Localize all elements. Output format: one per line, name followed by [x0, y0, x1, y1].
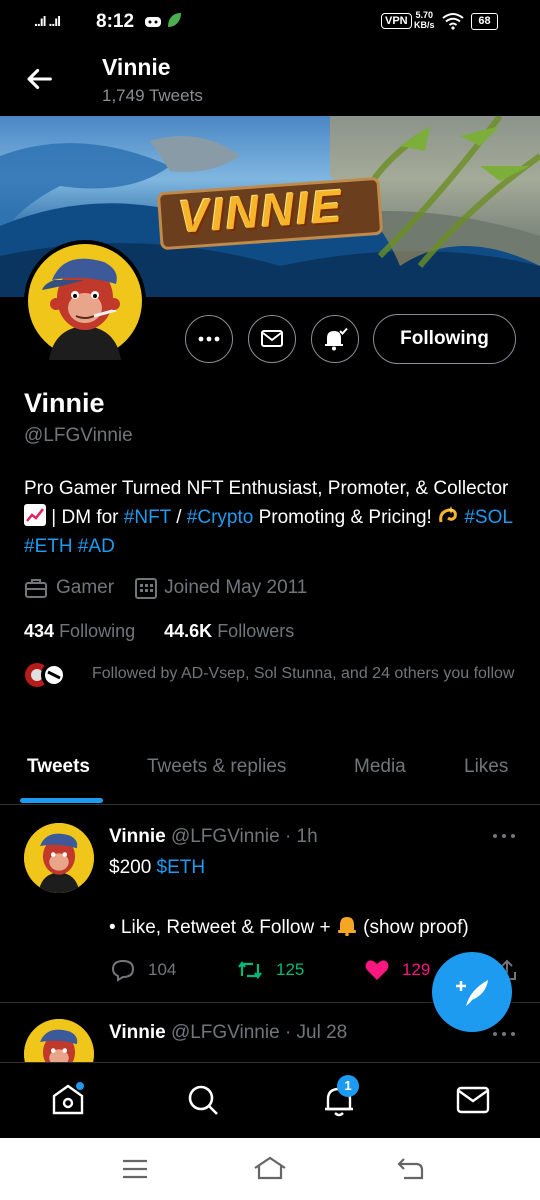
bio-text: | DM for [46, 507, 124, 528]
back-arrow-icon[interactable] [22, 62, 56, 96]
message-button[interactable] [248, 315, 296, 363]
bell-check-icon [325, 327, 348, 351]
header-tweet-count: 1,749 Tweets [102, 86, 203, 105]
chart-increasing-emoji-icon [24, 504, 46, 526]
retweet-icon [238, 961, 262, 979]
leaf-icon [168, 13, 181, 27]
followed-by-avatars[interactable] [24, 662, 74, 688]
ape-avatar-image [28, 244, 142, 360]
tweet-author[interactable]: Vinnie @LFGVinnie · 1h [109, 826, 318, 848]
following-count-link[interactable]: 434 Following [24, 621, 135, 641]
tweet-author[interactable]: Vinnie @LFGVinnie · Jul 28 [109, 1022, 347, 1044]
reply-icon [111, 959, 135, 982]
cashtag-link[interactable]: $ETH [157, 857, 206, 878]
dizzy-emoji-icon [437, 504, 459, 526]
tab-media[interactable]: Media [354, 756, 406, 778]
tweet-text-line: • Like, Retweet & Follow + (show proof) [109, 914, 469, 939]
ape-avatar-image [24, 1019, 94, 1062]
hashtag-link[interactable]: #ETH [24, 536, 73, 557]
profile-bio: Pro Gamer Turned NFT Enthusiast, Promote… [24, 474, 524, 561]
tweet-text-line: $200 $ETH [109, 857, 206, 878]
tab-tweets[interactable]: Tweets [27, 756, 90, 778]
profile-handle: @LFGVinnie [24, 425, 133, 446]
system-nav-bar [0, 1138, 540, 1200]
discord-icon [145, 17, 161, 27]
profile-category: Gamer [56, 577, 115, 598]
messages-icon[interactable] [456, 1085, 490, 1115]
calendar-icon [135, 578, 158, 599]
profile-stats: 434 Following 44.6K Followers [24, 621, 294, 642]
home-icon[interactable] [50, 1081, 86, 1117]
status-bar: ..ıl ..ıl 8:12 VPN 5.70 KB/s 68 [0, 0, 540, 44]
search-icon[interactable] [186, 1083, 220, 1117]
following-button[interactable]: Following [373, 314, 516, 364]
retweet-action[interactable]: 125 [236, 958, 304, 982]
bell-emoji-icon [336, 914, 358, 937]
tab-tweets-replies[interactable]: Tweets & replies [147, 756, 286, 778]
tab-likes[interactable]: Likes [464, 756, 508, 778]
back-nav-icon[interactable] [396, 1156, 426, 1182]
followed-by-text[interactable]: Followed by AD-Vsep, Sol Stunna, and 24 … [92, 662, 522, 685]
active-tab-indicator [20, 798, 103, 803]
signal-icon: ..ıl ..ıl [34, 13, 61, 29]
home-nav-icon[interactable] [252, 1154, 288, 1182]
bottom-nav: 1 [0, 1062, 540, 1139]
tweet-more-icon[interactable] [492, 1031, 516, 1037]
heart-icon [365, 960, 389, 980]
tweet-more-icon[interactable] [492, 833, 516, 839]
profile-tabs: Tweets Tweets & replies Media Likes [0, 742, 540, 805]
status-time: 8:12 [96, 11, 135, 32]
compose-feather-plus-icon [456, 980, 488, 1006]
notifications-badge: 1 [337, 1075, 359, 1097]
bio-text: Pro Gamer Turned NFT Enthusiast, Promote… [24, 478, 509, 499]
hashtag-link[interactable]: #SOL [464, 507, 512, 528]
ape-avatar-image [24, 823, 94, 893]
profile-meta: Gamer Joined May 2011 [24, 576, 307, 600]
hashtag-link[interactable]: #Crypto [187, 507, 254, 528]
wifi-icon [442, 13, 464, 30]
bio-text: Promoting & Pricing! [253, 507, 438, 528]
follower-avatar-stack [25, 662, 67, 688]
more-dots-icon [198, 336, 220, 342]
followers-count-link[interactable]: 44.6K Followers [164, 621, 294, 641]
network-speed: 5.70 KB/s [414, 10, 435, 30]
vpn-badge: VPN [381, 13, 412, 29]
profile-avatar[interactable] [24, 240, 146, 362]
more-options-button[interactable] [185, 315, 233, 363]
envelope-icon [261, 330, 283, 347]
compose-tweet-button[interactable] [432, 952, 512, 1032]
battery-icon: 68 [471, 13, 498, 30]
tweet-avatar[interactable] [24, 823, 94, 893]
briefcase-icon [25, 579, 47, 598]
header-title: Vinnie [102, 54, 171, 80]
bio-text: / [170, 507, 187, 528]
profile-joined-date: Joined May 2011 [164, 577, 308, 598]
reply-action[interactable]: 104 [110, 958, 176, 982]
tweet-avatar[interactable] [24, 1019, 94, 1062]
notifications-toggle-button[interactable] [311, 315, 359, 363]
like-action[interactable]: 129 [364, 958, 430, 982]
hashtag-link[interactable]: #AD [78, 536, 115, 557]
banner-logo-text: VINNIE [176, 179, 345, 243]
menu-icon[interactable] [121, 1158, 149, 1180]
profile-name: Vinnie [24, 388, 105, 418]
hashtag-link[interactable]: #NFT [124, 507, 171, 528]
